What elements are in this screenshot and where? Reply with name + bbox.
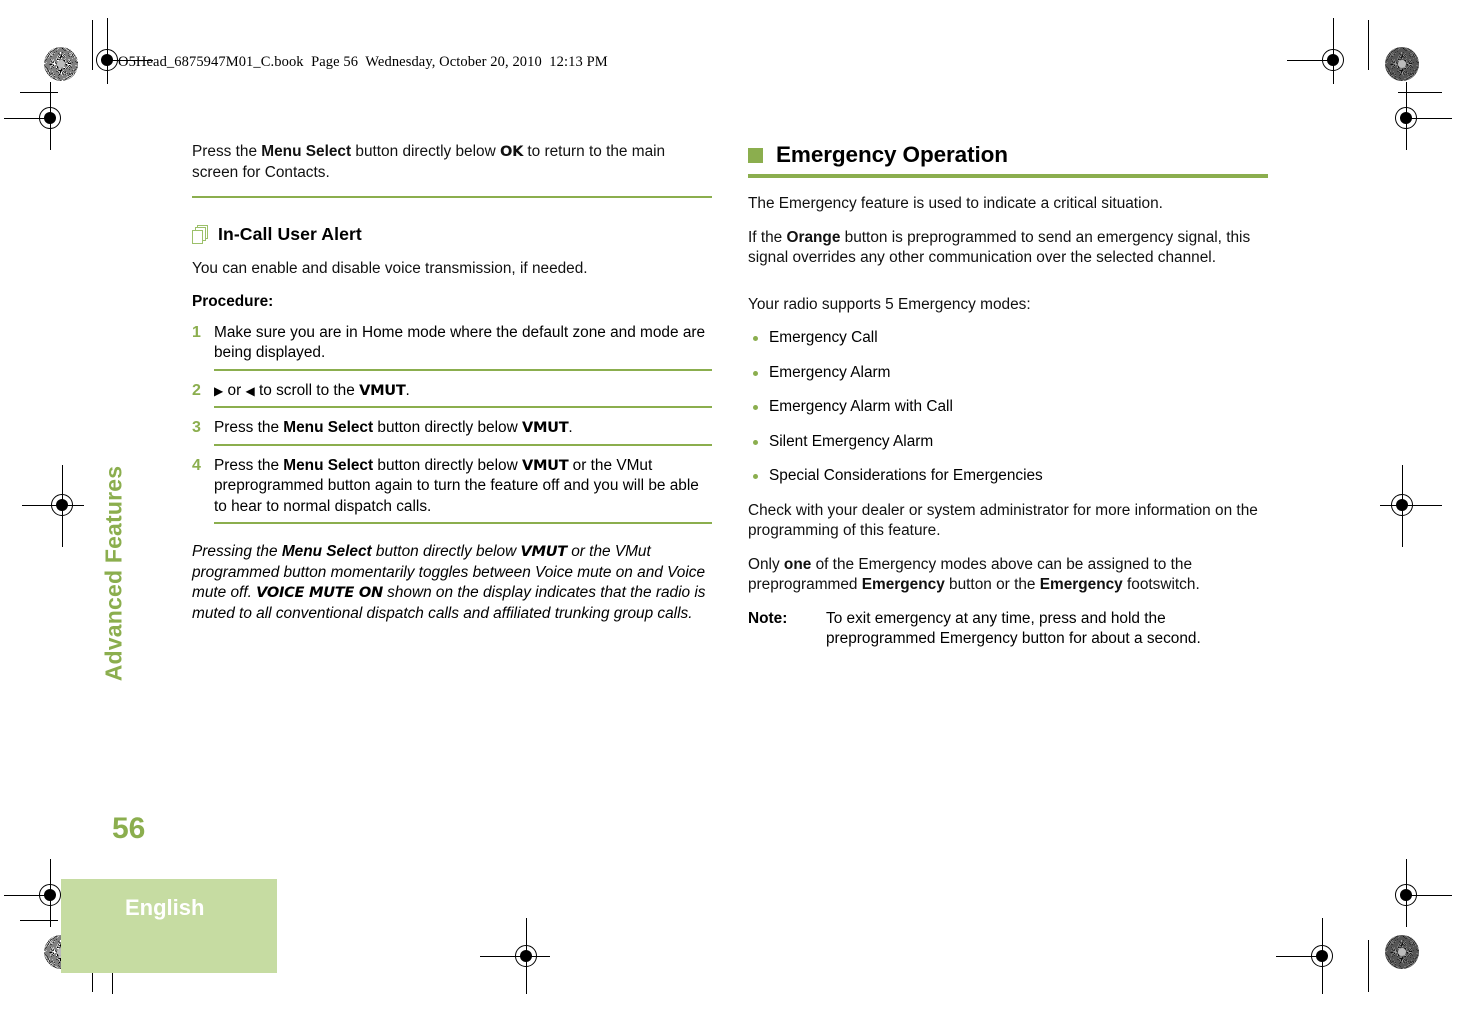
registration-crosshair-mid-left	[22, 465, 86, 547]
modes-intro-paragraph: Your radio supports 5 Emergency modes:	[748, 295, 1031, 313]
step-text-2: ▶ or ◀ to scroll to the VMUT.	[214, 381, 712, 402]
trim-line-right-vertical-bottom	[1368, 940, 1370, 992]
intro-paragraph: Press the Menu Select button directly be…	[192, 142, 712, 183]
registration-crosshair-right-bottom	[1384, 859, 1452, 927]
section-heading-text: Emergency Operation	[776, 142, 1008, 167]
step4-part1: Press the	[214, 456, 284, 474]
para4-part4: footswitch.	[1122, 576, 1200, 594]
step3-part1: Press the	[214, 419, 284, 437]
emergency-paragraph-4: Only one of the Emergency modes above ca…	[748, 555, 1268, 596]
intro-part1: Press the	[192, 143, 262, 160]
para4-bold-emergency-footswitch: Emergency	[1039, 576, 1123, 594]
intro-part2: button directly below	[351, 143, 500, 160]
step-number-4: 4	[192, 456, 201, 474]
emergency-paragraph-3: Check with your dealer or system adminis…	[748, 501, 1258, 540]
section-heading-rule	[748, 174, 1268, 179]
procedure-step-3: 3 Press the Menu Select button directly …	[192, 418, 712, 439]
emergency-paragraph-1: The Emergency feature is used to indicat…	[748, 195, 1163, 213]
step-separator-1	[214, 368, 712, 371]
registration-crosshair-right-top	[1384, 82, 1452, 150]
para2-bold-orange: Orange	[786, 228, 841, 246]
step3-display-vmut: VMUT	[521, 419, 569, 437]
file-header-line: O5Head_6875947M01_C.book Page 56 Wednesd…	[118, 54, 608, 70]
para4-bold-emergency-button: Emergency	[861, 576, 945, 594]
registration-crosshair-mid-right	[1380, 465, 1442, 547]
closing-part2: button directly below	[371, 543, 521, 561]
step2-display-vmut: VMUT	[359, 381, 406, 399]
step3-part2: button directly below	[373, 419, 522, 437]
registration-crosshair-top-right	[1287, 18, 1357, 84]
section-marker-square-icon	[748, 147, 763, 163]
intro-display-ok: OK	[499, 143, 524, 160]
para4-bold-one: one	[783, 555, 812, 573]
starburst-mark-top-right	[1385, 47, 1419, 81]
stacked-pages-icon	[192, 224, 210, 245]
closing-note-paragraph: Pressing the Menu Select button directly…	[192, 542, 712, 624]
step2-part3: .	[405, 381, 410, 399]
emergency-paragraph-2: If the Orange button is preprogrammed to…	[748, 228, 1268, 269]
para4-part3: button or the	[944, 576, 1040, 594]
section-heading: Emergency Operation	[748, 142, 1268, 179]
arrow-right-icon: ▶	[214, 383, 224, 398]
chapter-side-tab: Advanced Features	[100, 465, 127, 682]
lead-paragraph: You can enable and disable voice transmi…	[192, 260, 588, 278]
arrow-left-icon: ◀	[245, 383, 255, 398]
note-block: Note: To exit emergency at any time, pre…	[748, 609, 1268, 650]
step-number-3: 3	[192, 419, 201, 437]
trim-line-top-horizontal-right	[1398, 92, 1442, 94]
trim-line-top-horizontal-left	[20, 92, 58, 94]
closing-bold-menu-select: Menu Select	[281, 543, 372, 561]
step-text-4: Press the Menu Select button directly be…	[214, 456, 712, 518]
subsection-heading: In-Call User Alert	[192, 224, 712, 245]
step2-part1: or	[223, 381, 246, 399]
trim-line-right-vertical-top	[1368, 20, 1370, 70]
list-item: Silent Emergency Alarm	[748, 432, 1268, 453]
step4-bold-menu-select: Menu Select	[283, 456, 374, 474]
procedure-step-1: 1 Make sure you are in Home mode where t…	[192, 323, 712, 364]
registration-crosshair-bottom-right	[1276, 918, 1346, 994]
step-text-1: Make sure you are in Home mode where the…	[214, 323, 706, 362]
list-item: Emergency Alarm with Call	[748, 397, 1268, 418]
list-item: Special Considerations for Emergencies	[748, 466, 1268, 487]
step-separator-3	[214, 443, 712, 446]
subsection-heading-text: In-Call User Alert	[218, 224, 362, 245]
list-item: Emergency Call	[748, 328, 1268, 349]
language-label: English	[125, 895, 205, 920]
procedure-step-4: 4 Press the Menu Select button directly …	[192, 456, 712, 518]
step3-bold-menu-select: Menu Select	[283, 419, 374, 437]
registration-crosshair-bottom-center	[480, 918, 550, 994]
procedure-step-2: 2 ▶ or ◀ to scroll to the VMUT.	[192, 381, 712, 402]
closing-display-vmut: VMUT	[520, 543, 568, 561]
note-label: Note:	[748, 609, 788, 627]
right-column: Emergency Operation The Emergency featur…	[748, 142, 1268, 650]
list-item: Emergency Alarm	[748, 363, 1268, 384]
note-text: To exit emergency at any time, press and…	[826, 609, 1201, 648]
emergency-modes-list: Emergency Call Emergency Alarm Emergency…	[748, 328, 1268, 487]
starburst-mark-top-left	[44, 47, 78, 81]
trim-line-bottom-horizontal-left	[20, 920, 58, 922]
step2-part2: to scroll to the	[254, 381, 360, 399]
para2-part1: If the	[748, 228, 787, 246]
language-block: English	[61, 879, 277, 973]
step4-display-vmut: VMUT	[521, 456, 569, 474]
intro-bold-menu-select: Menu Select	[261, 143, 352, 160]
registration-crosshair-left-top	[4, 82, 74, 150]
trim-line-left-vertical-top	[92, 20, 94, 70]
page-number: 56	[112, 812, 146, 845]
step-text-3: Press the Menu Select button directly be…	[214, 418, 712, 439]
closing-part1: Pressing the	[192, 543, 282, 561]
step-number-2: 2	[192, 381, 201, 399]
starburst-mark-bottom-right	[1385, 935, 1419, 969]
procedure-label: Procedure:	[192, 292, 274, 310]
step4-part2: button directly below	[373, 456, 522, 474]
left-column: Press the Menu Select button directly be…	[192, 142, 712, 637]
closing-display-voice-mute-on: VOICE MUTE ON	[256, 584, 383, 602]
step-number-1: 1	[192, 323, 201, 341]
para4-part1: Only	[748, 555, 784, 573]
intro-separator-rule	[192, 196, 712, 199]
step-separator-4	[214, 522, 712, 525]
step3-part3: .	[568, 419, 573, 437]
step-separator-2	[214, 406, 712, 409]
